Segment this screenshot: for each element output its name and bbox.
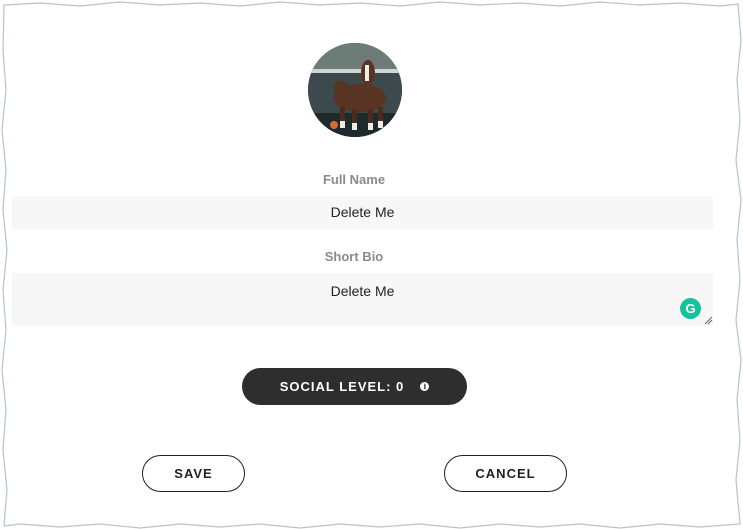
- horse-photo-avatar: [308, 43, 402, 137]
- profile-avatar[interactable]: [308, 43, 402, 137]
- short-bio-textarea[interactable]: Delete Me: [12, 273, 713, 326]
- full-name-input[interactable]: Delete Me: [12, 196, 713, 229]
- social-level-badge[interactable]: SOCIAL LEVEL: 0 i: [242, 368, 467, 405]
- short-bio-label: Short Bio: [324, 249, 384, 264]
- info-icon[interactable]: i: [420, 382, 430, 391]
- social-level-label: SOCIAL LEVEL: 0: [279, 379, 405, 394]
- save-button[interactable]: SAVE: [142, 455, 245, 492]
- full-name-label: Full Name: [322, 172, 386, 187]
- cancel-button[interactable]: CANCEL: [444, 455, 567, 492]
- grammarly-icon[interactable]: G: [680, 298, 701, 319]
- textarea-resize-handle[interactable]: [704, 316, 713, 325]
